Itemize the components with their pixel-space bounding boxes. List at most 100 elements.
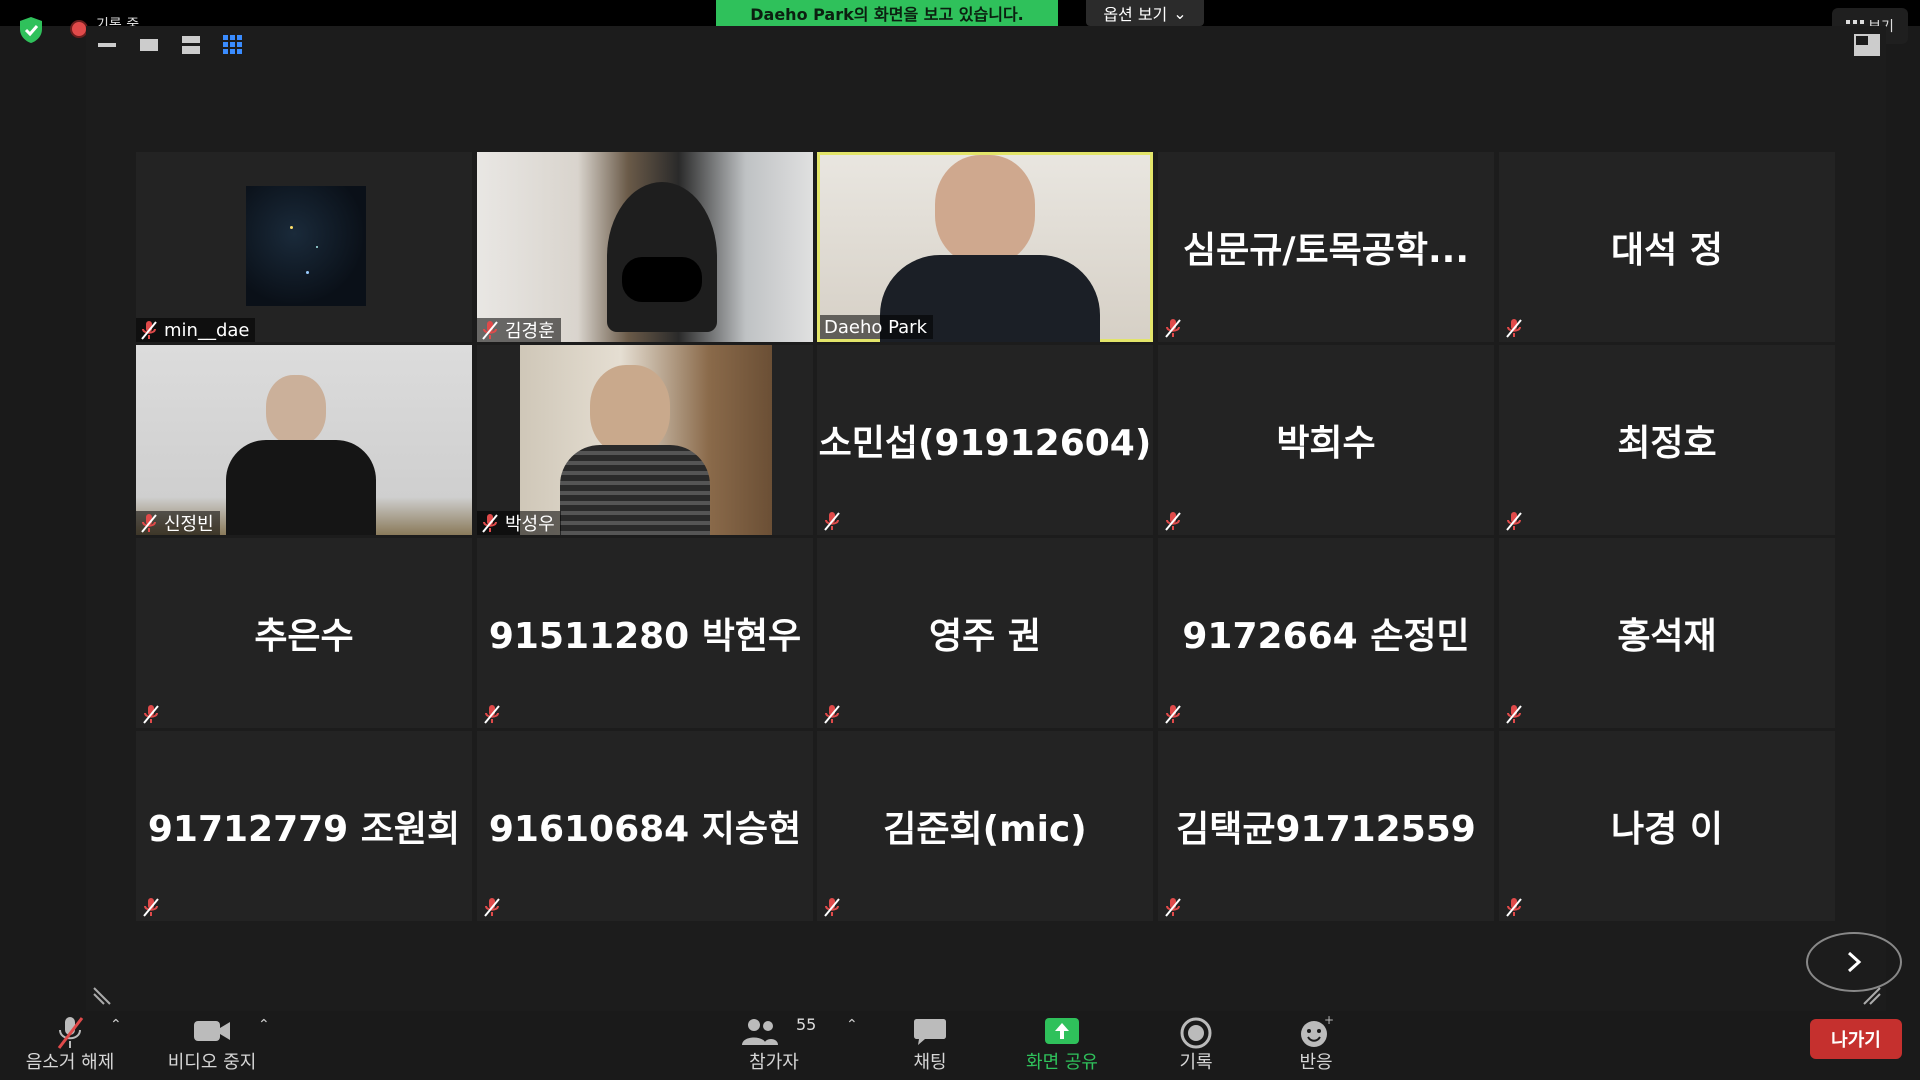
audio-options-caret-icon[interactable]: ⌃ [110, 1017, 122, 1033]
camera-video [477, 152, 813, 342]
mic-muted-icon [143, 898, 159, 917]
participant-display-name: 소민섭(91912604) [818, 423, 1152, 464]
video-camera-icon [194, 1021, 230, 1041]
chat-label: 채팅 [913, 1052, 947, 1073]
participant-display-name: 9172664 손정민 [1182, 616, 1470, 657]
participant-tile[interactable]: 대석 정 [1499, 152, 1835, 342]
record-label: 기록 [1179, 1052, 1213, 1073]
mic-muted-icon [1506, 898, 1522, 917]
video-options-caret-icon[interactable]: ⌃ [258, 1017, 270, 1033]
mic-muted-icon [482, 321, 498, 340]
participant-display-name: 91511280 박현우 [488, 616, 802, 657]
mic-muted-icon [1165, 512, 1181, 531]
mic-muted-icon [1165, 705, 1181, 724]
layout-switcher [96, 34, 244, 56]
participant-tile[interactable]: 나경 이 [1499, 731, 1835, 921]
unmute-button[interactable]: 음소거 해제 [18, 1011, 122, 1080]
chat-button[interactable]: 채팅 [880, 1011, 980, 1080]
picture-in-picture-icon[interactable] [1854, 34, 1880, 56]
participant-tile[interactable]: 91511280 박현우 [477, 538, 813, 728]
participants-count: 55 [796, 1015, 817, 1034]
recording-label: 기록 중 [96, 17, 140, 26]
participant-display-name: 김택균91712559 [1176, 809, 1476, 850]
participant-tile[interactable]: 홍석재 [1499, 538, 1835, 728]
camera-video [520, 345, 772, 535]
camera-video [820, 155, 1150, 342]
meeting-toolbar: 음소거 해제 ⌃ 비디오 중지 ⌃ 참가자 55 ⌃ 채팅 화면 공유 기록 +… [0, 1011, 1920, 1080]
reactions-button[interactable]: + 반응 [1266, 1011, 1366, 1080]
participant-display-name: 91610684 지승현 [488, 809, 802, 850]
camera-video [246, 186, 366, 306]
mic-muted-icon [484, 898, 500, 917]
mic-muted-icon [1506, 512, 1522, 531]
participant-tile[interactable]: 김택균91712559 [1158, 731, 1494, 921]
participant-name: 김경훈 [505, 321, 555, 342]
emoji-reaction-icon: + [1301, 1015, 1333, 1047]
video-tile-min-dae[interactable]: min__dae [136, 152, 472, 342]
svg-text:+: + [1324, 1015, 1333, 1027]
mic-muted-icon [141, 321, 157, 340]
mic-muted-icon [1165, 319, 1181, 338]
mic-muted-icon [141, 514, 157, 533]
participant-display-name: 추은수 [254, 616, 354, 657]
mic-muted-icon [824, 705, 840, 724]
participant-tile[interactable]: 91712779 조원희 [136, 731, 472, 921]
participant-name-tag: 김경훈 [477, 318, 561, 342]
stop-video-label: 비디오 중지 [167, 1052, 257, 1073]
mic-muted-icon [482, 514, 498, 533]
leave-meeting-button[interactable]: 나가기 [1810, 1019, 1902, 1059]
participant-name-tag: min__dae [136, 318, 256, 342]
gallery-view-icon[interactable] [222, 34, 244, 56]
chat-bubble-icon [914, 1019, 946, 1045]
single-view-icon[interactable] [138, 34, 160, 56]
mic-muted-icon [143, 705, 159, 724]
chevron-right-icon [1847, 951, 1862, 973]
participant-tile[interactable]: 소민섭(91912604) [817, 345, 1153, 535]
security-shield-icon[interactable] [18, 16, 44, 44]
participant-tile[interactable]: 추은수 [136, 538, 472, 728]
participant-tile[interactable]: 박희수 [1158, 345, 1494, 535]
participant-tile[interactable]: 심문규/토목공학... [1158, 152, 1494, 342]
participant-display-name: 91712779 조원희 [147, 809, 461, 850]
participant-tile[interactable]: 91610684 지승현 [477, 731, 813, 921]
video-tile-sinjeongbin[interactable]: 신정빈 [136, 345, 472, 535]
participant-name-tag: Daeho Park [820, 315, 934, 339]
record-button[interactable]: 기록 [1146, 1011, 1246, 1080]
chevron-down-icon: ⌄ [1173, 3, 1187, 23]
participant-display-name: 홍석재 [1617, 616, 1717, 657]
participant-tile[interactable]: 최정호 [1499, 345, 1835, 535]
reactions-label: 반응 [1299, 1052, 1333, 1073]
video-tile-gyeonghun[interactable]: 김경훈 [477, 152, 813, 342]
share-screen-label: 화면 공유 [1026, 1052, 1098, 1073]
participant-tile[interactable]: 9172664 손정민 [1158, 538, 1494, 728]
participant-name: 신정빈 [164, 514, 214, 535]
resize-handle-icon[interactable] [1862, 986, 1882, 1006]
minimize-icon[interactable] [96, 34, 118, 56]
view-options-dropdown[interactable]: 옵션 보기 ⌄ [1086, 0, 1204, 26]
mic-muted-icon [824, 512, 840, 531]
participant-display-name: 영주 권 [929, 616, 1041, 657]
view-options-label: 옵션 보기 [1103, 5, 1168, 24]
mic-muted-icon [1165, 898, 1181, 917]
mic-muted-icon [57, 1017, 84, 1049]
participant-tile[interactable]: 김준희(mic) [817, 731, 1153, 921]
stop-video-button[interactable]: 비디오 중지 [160, 1011, 264, 1080]
participants-icon [742, 1019, 778, 1045]
participants-label: 참가자 [749, 1052, 799, 1073]
unmute-label: 음소거 해제 [25, 1052, 115, 1073]
resize-handle-icon[interactable] [92, 986, 112, 1006]
participant-name: Daeho Park [824, 316, 928, 338]
video-tile-bakseongwoo[interactable]: 박성우 [477, 345, 813, 535]
participants-options-caret-icon[interactable]: ⌃ [846, 1017, 858, 1033]
mic-muted-icon [824, 898, 840, 917]
strip-view-icon[interactable] [180, 34, 202, 56]
participant-tile[interactable]: 영주 권 [817, 538, 1153, 728]
participant-display-name: 심문규/토목공학... [1182, 230, 1470, 271]
next-page-button[interactable] [1806, 932, 1902, 992]
video-tile-daeho-park-active-speaker[interactable]: Daeho Park [817, 152, 1153, 342]
participant-name-tag: 박성우 [477, 511, 561, 535]
share-screen-icon [1045, 1018, 1079, 1044]
share-screen-button[interactable]: 화면 공유 [1012, 1011, 1112, 1080]
record-icon [1180, 1017, 1212, 1049]
participant-display-name: 대석 정 [1611, 230, 1723, 271]
